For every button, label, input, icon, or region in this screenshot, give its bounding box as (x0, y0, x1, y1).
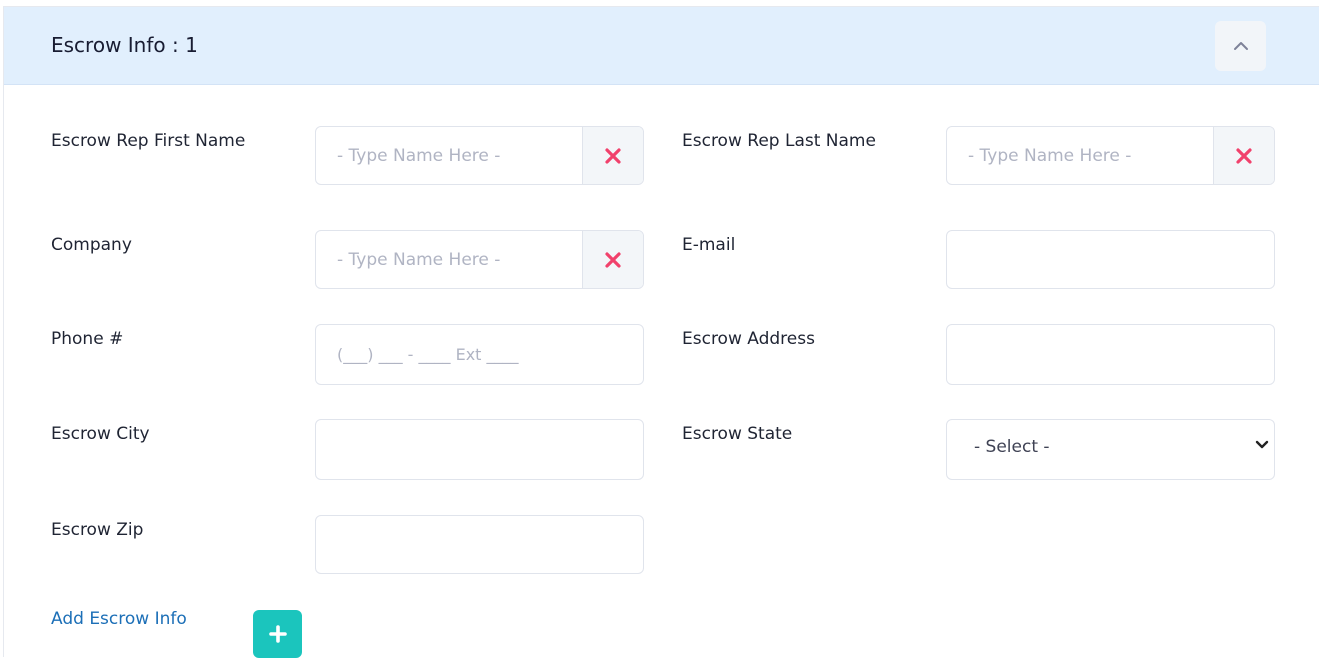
zip-field (315, 515, 644, 574)
section-title: Escrow Info : 1 (51, 33, 198, 57)
first-name-label: Escrow Rep First Name (51, 131, 246, 151)
company-clear-button[interactable] (582, 231, 643, 288)
phone-input[interactable] (316, 325, 643, 384)
chevron-up-icon (1233, 42, 1248, 50)
company-label: Company (51, 235, 132, 255)
address-field (946, 324, 1275, 385)
close-x-icon (605, 147, 621, 164)
last-name-label: Escrow Rep Last Name (682, 131, 876, 151)
email-field (946, 230, 1275, 289)
first-name-clear-button[interactable] (582, 127, 643, 184)
close-x-icon (605, 251, 621, 268)
city-input[interactable] (316, 420, 643, 479)
address-label: Escrow Address (682, 329, 815, 349)
add-escrow-info-button[interactable] (253, 610, 302, 658)
first-name-input[interactable] (316, 127, 583, 184)
company-field (315, 230, 644, 289)
zip-input[interactable] (316, 516, 643, 573)
address-input[interactable] (947, 325, 1274, 384)
close-x-icon (1236, 147, 1252, 164)
zip-label: Escrow Zip (51, 520, 144, 540)
email-input[interactable] (947, 231, 1274, 288)
add-escrow-info-link[interactable]: Add Escrow Info (51, 609, 187, 629)
last-name-clear-button[interactable] (1213, 127, 1274, 184)
city-field (315, 419, 644, 480)
phone-field (315, 324, 644, 385)
last-name-field (946, 126, 1275, 185)
last-name-input[interactable] (947, 127, 1214, 184)
state-select[interactable]: - Select - (946, 419, 1275, 480)
city-label: Escrow City (51, 424, 150, 444)
plus-icon (268, 625, 287, 643)
email-label: E-mail (682, 235, 736, 255)
card-header: Escrow Info : 1 (4, 7, 1319, 85)
state-label: Escrow State (682, 424, 793, 444)
phone-label: Phone # (51, 329, 124, 349)
state-select-value: - Select - (974, 437, 1050, 457)
chevron-down-icon (1255, 440, 1269, 449)
first-name-field (315, 126, 644, 185)
escrow-info-card: Escrow Info : 1 Escrow Rep First Name Es… (3, 6, 1319, 658)
collapse-button[interactable] (1215, 21, 1266, 71)
company-input[interactable] (316, 231, 583, 288)
